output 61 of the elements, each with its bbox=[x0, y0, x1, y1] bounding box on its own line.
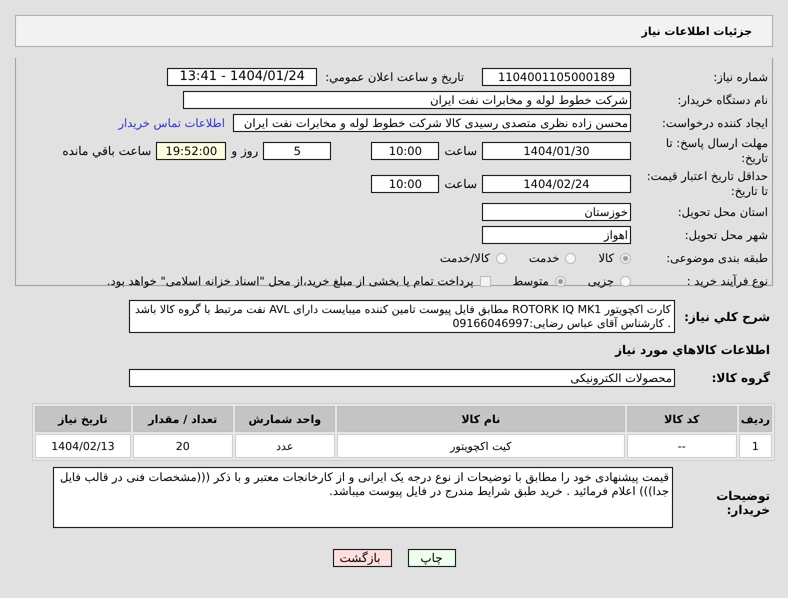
time-label: ساعت bbox=[444, 177, 477, 191]
deadline-time-field: 10:00 bbox=[371, 142, 440, 160]
city-field: اهواز bbox=[482, 226, 631, 244]
need-number-field: 1104001105000189 bbox=[482, 68, 631, 86]
deadline-date-field: 1404/01/30 bbox=[482, 142, 631, 160]
action-button[interactable]: چاپ bbox=[408, 549, 456, 567]
table-cell: 1 bbox=[738, 434, 772, 458]
column-header: تاریخ نیاز bbox=[35, 406, 131, 432]
field-label: حداقل تاریخ اعتبار قیمت: تا تاریخ: bbox=[646, 169, 769, 199]
remaining-label: ساعت باقي مانده bbox=[62, 144, 152, 158]
radio-button[interactable] bbox=[620, 276, 631, 286]
radio-label: کالا/خدمت bbox=[440, 251, 490, 265]
column-header: واحد شمارش bbox=[234, 406, 335, 432]
radio-label: جزیی bbox=[588, 274, 614, 288]
validity-date-field: 1404/02/24 bbox=[482, 175, 631, 193]
column-header: ردیف bbox=[738, 406, 772, 432]
radio-button[interactable] bbox=[620, 252, 631, 264]
checkbox-label: پرداخت تمام یا بخشی از مبلغ خرید،از محل "اسناد خزانه اسلامی" خواهد بود. bbox=[106, 274, 474, 288]
table-cell: عدد bbox=[234, 434, 335, 458]
field-label: شماره نیاز: bbox=[712, 70, 769, 84]
column-header: تعداد / مقدار bbox=[132, 406, 233, 432]
field-label: طبقه بندی موضوعی: bbox=[665, 250, 769, 266]
field-label: نام دستگاه خریدار: bbox=[676, 92, 769, 108]
field-label: مهلت ارسال پاسخ: تا تاریخ: bbox=[664, 136, 769, 166]
field-label: گروه کالا: bbox=[710, 371, 771, 385]
radio-label: کالا bbox=[598, 251, 614, 265]
field-label: تاریخ و ساعت اعلان عمومي: bbox=[325, 70, 464, 84]
field-label: شهر محل تحویل: bbox=[684, 228, 769, 242]
announce-date-field: 1404/01/24 - 13:41 bbox=[167, 68, 318, 86]
days-label: روز و bbox=[231, 144, 258, 158]
remaining-time-field: 19:52:00 bbox=[156, 142, 226, 160]
buyer-notes-textarea[interactable]: قیمت پیشنهادی خود را مطابق با توضیحات از نوع درجه یک ایرانی و از کارخانجات معتبر و با ذکر (((مشخصات فنی در قالب فایل جدا))) اعلام فرمائید . خرید طبق شرایط مندرج در فایل پیوست میباشد. bbox=[53, 467, 673, 528]
province-field: خوزستان bbox=[482, 203, 631, 221]
creator-field: محسن زاده نظری متصدی رسیدی کالا شرکت خطوط لوله و مخابرات نفت ایران bbox=[233, 114, 631, 132]
page-title: جزئیات اطلاعات نیاز bbox=[642, 24, 752, 38]
column-header: نام کالا bbox=[336, 406, 625, 432]
table-cell: 20 bbox=[132, 434, 233, 458]
field-label: شرح کلي نیاز: bbox=[683, 310, 771, 324]
radio-button[interactable] bbox=[496, 252, 507, 264]
section-title: اطلاعات کالاهاي مورد نیاز bbox=[614, 343, 771, 357]
field-label: ایجاد کننده درخواست: bbox=[661, 116, 769, 130]
action-button[interactable]: بازگشت bbox=[332, 549, 392, 567]
radio-button[interactable] bbox=[565, 252, 576, 264]
validity-time-field: 10:00 bbox=[371, 175, 440, 193]
goods-group-field: محصولات الکترونیکی bbox=[129, 369, 675, 387]
buyer-contact-link[interactable]: اطلاعات تماس خریدار bbox=[118, 116, 225, 130]
table-cell: -- bbox=[626, 434, 737, 458]
table-cell: کیت اکچویتور bbox=[336, 434, 625, 458]
radio-label: خدمت bbox=[528, 251, 560, 265]
buyer-field: شرکت خطوط لوله و مخابرات نفت ایران bbox=[183, 91, 631, 109]
field-label: استان محل تحویل: bbox=[676, 204, 769, 220]
column-header: کد کالا bbox=[626, 406, 737, 432]
table-cell: 1404/02/13 bbox=[35, 434, 131, 458]
field-label: توضیحات خریدار: bbox=[715, 489, 771, 517]
description-textarea[interactable]: کارت اکچویتور ROTORK IQ MK1 مطابق فایل پیوست تامین کننده میبایست دارای AVL نفت مرتبط با گروه کالا باشد . کارشناس آقای عباس رضایی:09166046997 bbox=[129, 300, 675, 333]
radio-label: متوسط bbox=[512, 274, 549, 288]
radio-button[interactable] bbox=[554, 276, 566, 286]
field-label: نوع فرآیند خرید : bbox=[686, 274, 769, 288]
checkbox[interactable] bbox=[480, 276, 491, 286]
days-field: 5 bbox=[263, 142, 332, 160]
time-label: ساعت bbox=[444, 144, 477, 158]
